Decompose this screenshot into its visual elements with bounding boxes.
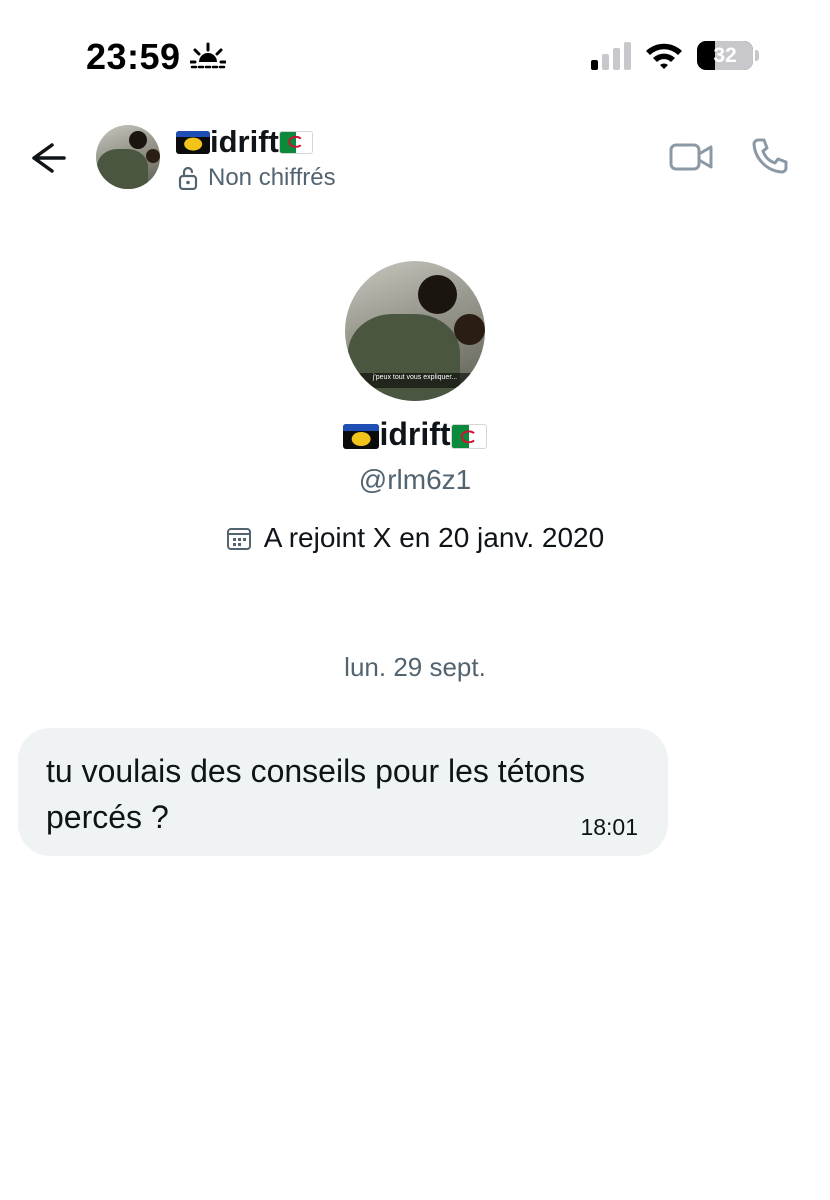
avatar-photo-head [417,275,457,315]
date-separator: lun. 29 sept. [344,652,486,682]
battery-icon: 32 [697,41,753,70]
battery-cap [755,50,759,61]
header-name-text: idrift [210,124,279,159]
avatar-photo-caption: j'peux tout vous expliquer... [345,373,485,389]
profile-avatar[interactable]: j'peux tout vous expliquer... [345,261,485,401]
unlocked-padlock-icon [178,166,198,190]
sunset-icon [190,42,226,69]
encryption-status: Non chiffrés [178,164,336,192]
header-avatar[interactable] [96,125,160,189]
joined-date-text: A rejoint X en 20 janv. 2020 [263,522,605,553]
algeria-flag-icon [278,130,313,154]
message-text: tu voulais des conseils pour les tétons … [46,753,585,835]
joined-date: A rejoint X en 20 janv. 2020 [0,522,830,554]
conversation-header: idrift Non chiffrés [0,110,830,210]
status-time: 23:59 [86,36,181,77]
header-display-name[interactable]: idrift [176,124,313,160]
message-timestamp: 18:01 [580,814,638,840]
guadeloupe-flag-icon [176,130,210,154]
profile-handle[interactable]: @rlm6z1 [0,464,830,496]
dm-conversation-screen: 23:59 32 idrift Non chiffrés j'peux tout… [0,0,830,1200]
status-bar: 23:59 32 [0,0,830,110]
avatar-photo-figure [97,149,149,189]
avatar-photo-second-head [454,314,485,345]
cellular-signal-icon [591,42,631,70]
phone-icon[interactable] [750,136,790,176]
algeria-flag-icon [450,424,487,450]
wifi-icon [646,43,682,69]
received-message-bubble[interactable]: tu voulais des conseils pour les tétons … [18,728,668,856]
profile-display-name[interactable]: idrift [0,416,830,453]
profile-name-text: idrift [379,416,451,452]
back-arrow-icon[interactable] [22,136,72,180]
calendar-icon [226,528,251,550]
guadeloupe-flag-icon [343,424,380,450]
video-camera-icon[interactable] [668,138,714,176]
encryption-status-label: Non chiffrés [208,164,336,191]
battery-level: 32 [713,43,737,67]
